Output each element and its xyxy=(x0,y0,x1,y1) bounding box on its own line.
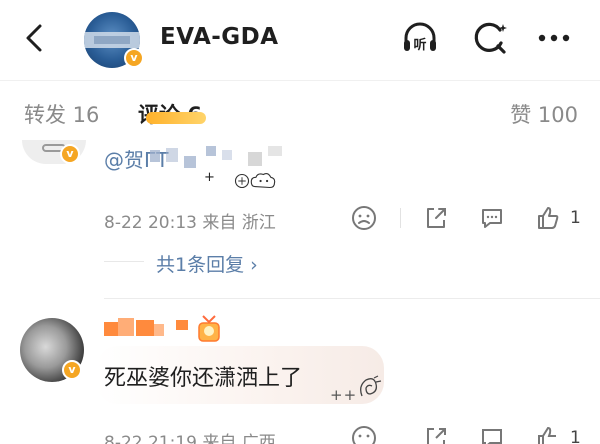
share-icon[interactable] xyxy=(422,204,450,232)
fan-medal-icon xyxy=(198,315,220,342)
like-count: 1 xyxy=(570,208,581,228)
verified-badge-icon: v xyxy=(62,360,82,380)
top-bar: v EVA-GDA 听 xyxy=(0,0,600,76)
comment-time: 8-22 21:19 xyxy=(104,433,197,444)
verified-badge-icon: v xyxy=(124,48,144,68)
flower-sticker-icon xyxy=(360,375,382,397)
reply-icon[interactable] xyxy=(478,424,506,444)
tab-bar: 转发 16 评论 6 赞 100 xyxy=(0,80,600,140)
comment-location: 来自 浙江 xyxy=(202,213,276,233)
chevron-right-icon: › xyxy=(250,254,258,276)
comment-location: 来自 广西 xyxy=(202,433,276,444)
cloud-sticker-icon xyxy=(234,173,276,189)
comment-divider xyxy=(104,298,600,299)
listen-glyph: 听 xyxy=(413,37,426,53)
tab-like[interactable]: 赞 100 xyxy=(510,99,578,129)
dislike-face-icon[interactable] xyxy=(350,204,378,232)
comment-meta: 8-22 21:19 来自 广西 xyxy=(104,428,276,444)
share-icon[interactable] xyxy=(422,424,450,444)
thumbs-up-icon[interactable] xyxy=(534,424,562,444)
active-tab-indicator xyxy=(146,112,206,124)
sticker-text: + xyxy=(204,170,215,185)
search-icon[interactable] xyxy=(470,18,510,58)
back-icon[interactable] xyxy=(16,20,52,56)
reply-icon[interactable] xyxy=(478,204,506,232)
more-icon[interactable] xyxy=(534,18,574,58)
commenter-name-redacted[interactable] xyxy=(104,318,194,338)
replies-label: 共1条回复 xyxy=(156,254,245,276)
listen-icon[interactable]: 听 xyxy=(400,18,440,58)
tab-repost[interactable]: 转发 16 xyxy=(24,99,99,129)
mention-text: 贺ГТ xyxy=(124,148,169,172)
like-count: 1 xyxy=(570,428,581,444)
comment-meta: 8-22 20:13 来自 浙江 xyxy=(104,208,276,233)
verified-badge-icon: v xyxy=(60,144,80,164)
comment-text: 死巫婆你还潇洒上了 xyxy=(104,366,303,391)
mention-prefix: @ xyxy=(104,148,124,172)
page-title[interactable]: EVA-GDA xyxy=(160,24,279,50)
action-separator xyxy=(400,208,401,228)
reply-divider xyxy=(104,261,144,262)
dislike-face-icon[interactable] xyxy=(350,424,378,444)
replies-row[interactable]: 共1条回复 › xyxy=(104,244,574,280)
comment-time: 8-22 20:13 xyxy=(104,213,197,233)
thumbs-up-icon[interactable] xyxy=(534,204,562,232)
view-replies-link[interactable]: 共1条回复 › xyxy=(156,250,258,277)
